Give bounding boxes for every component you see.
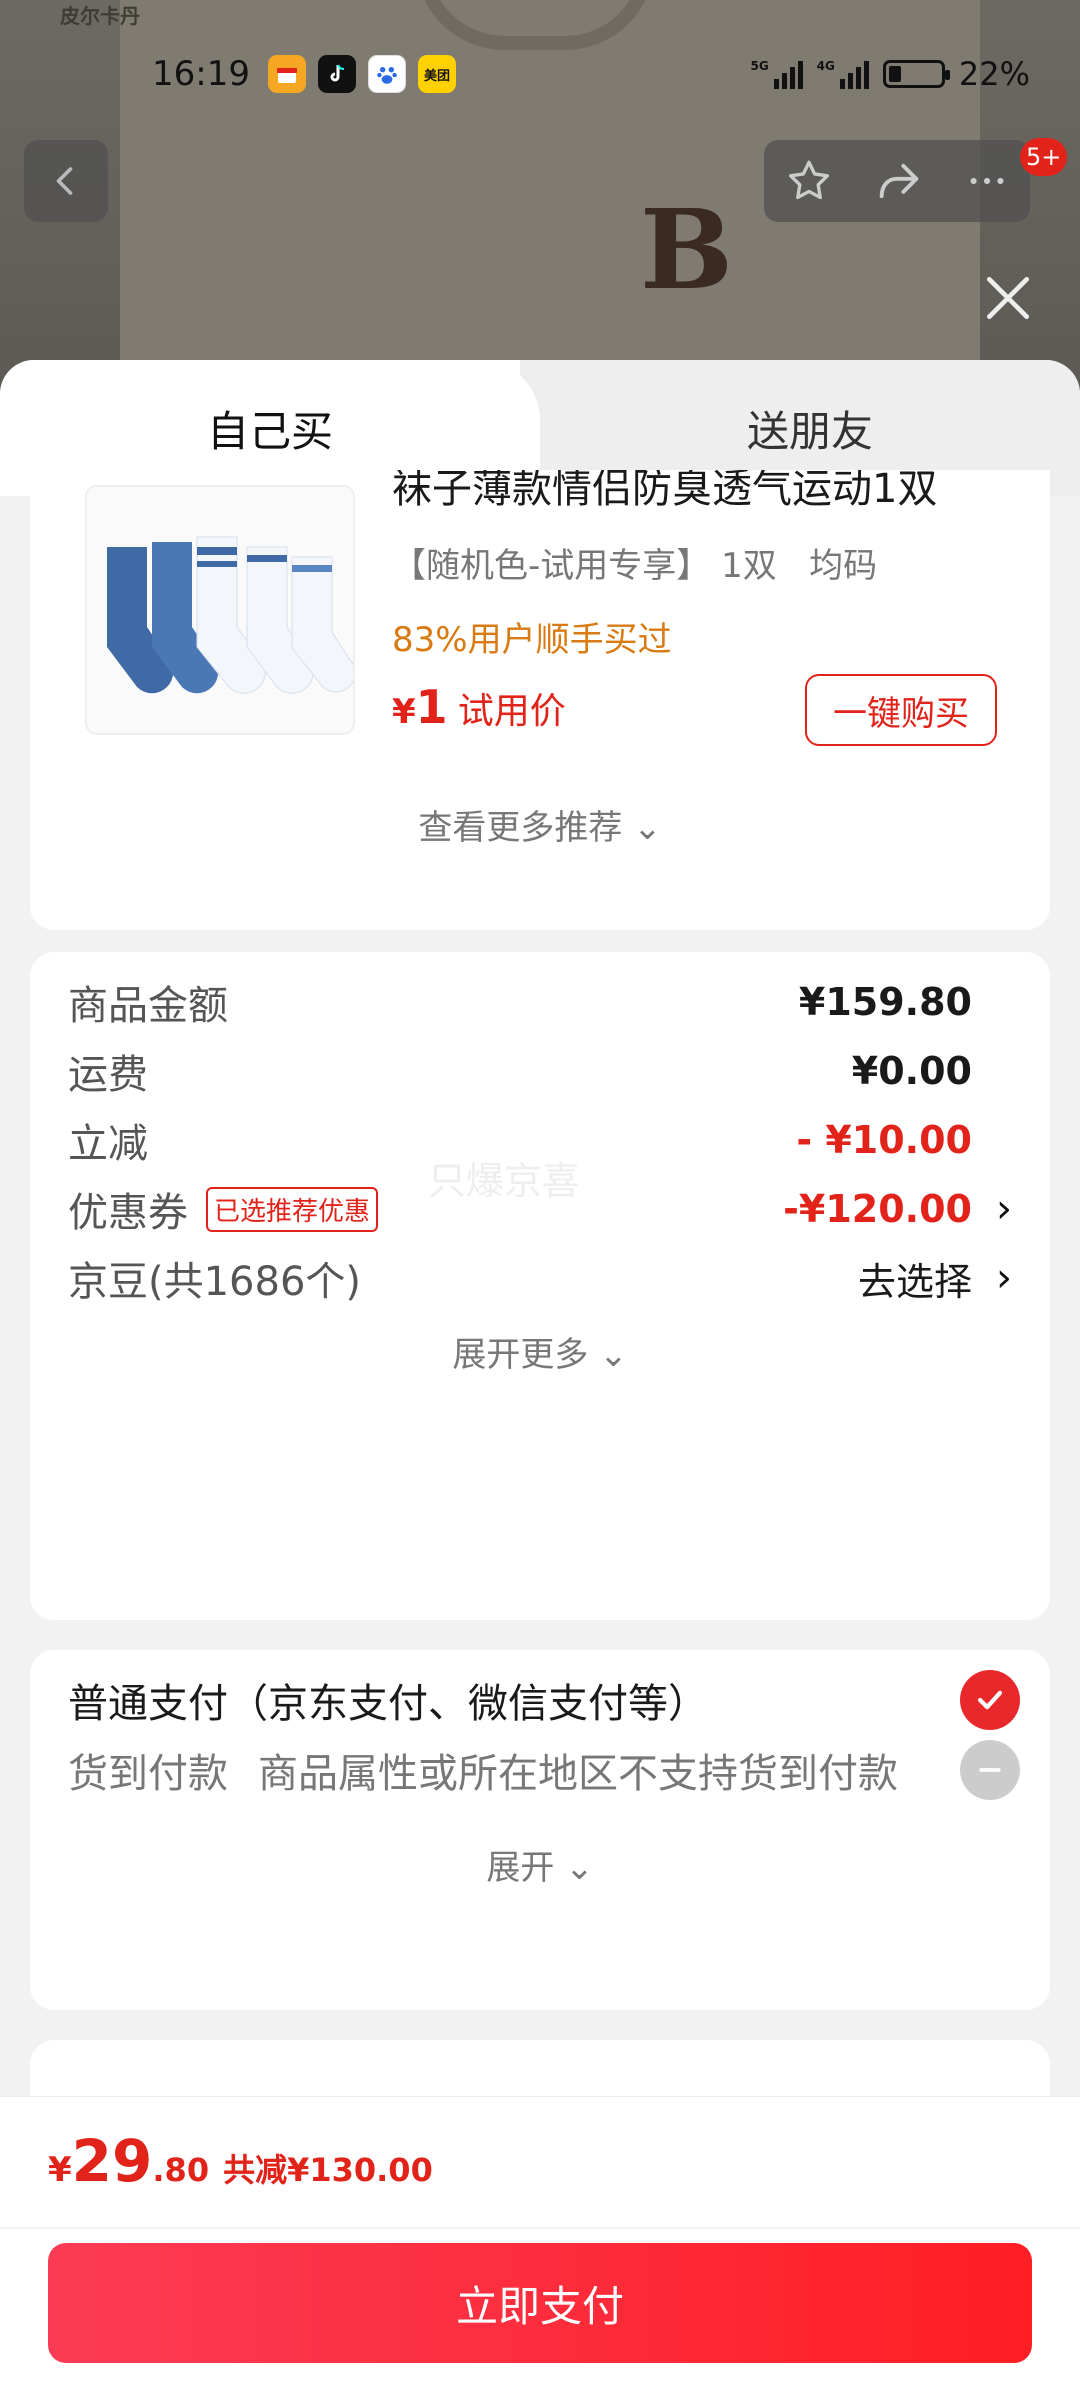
brand-mark: 皮尔卡丹 (60, 4, 140, 28)
checkmark-icon[interactable] (960, 1670, 1020, 1730)
recommend-product-title[interactable]: 袜子薄款情侣防臭透气运动1双 (392, 470, 1012, 514)
nav-actions (764, 140, 1030, 222)
payment-method-card: 普通支付（京东支付、微信支付等） 货到付款 商品属性或所在地区不支持货到付款 展… (30, 1650, 1050, 2010)
gift-app-icon (268, 55, 306, 93)
total-price: ¥ 29 .80 共减¥130.00 (48, 2127, 433, 2195)
message-badge: 5+ (1020, 138, 1068, 176)
battery-percent: 22% (958, 55, 1030, 93)
more-recommend-link[interactable]: 查看更多推荐 ⌄ (30, 800, 1050, 849)
bottom-pay-bar: ¥ 29 .80 共减¥130.00 立即支付 (0, 2096, 1080, 2400)
back-button[interactable] (24, 140, 108, 222)
close-icon[interactable] (980, 270, 1036, 326)
coupon-recommend-tag: 已选推荐优惠 (206, 1186, 379, 1232)
share-icon[interactable] (873, 155, 925, 207)
status-app-icons: 美团 (268, 55, 456, 93)
summary-row-goods-amount: 商品金额 ¥159.80 (68, 980, 972, 1029)
one-click-buy-button[interactable]: 一键购买 (805, 674, 997, 746)
disabled-minus-icon (960, 1740, 1020, 1800)
socks-thumbnail[interactable] (85, 485, 355, 735)
battery-icon (882, 60, 950, 88)
payment-option-normal[interactable]: 普通支付（京东支付、微信支付等） (68, 1665, 1028, 1735)
chevron-left-icon (56, 167, 73, 195)
star-icon[interactable] (784, 156, 834, 206)
tshirt-logo: B (640, 185, 733, 314)
meituan-app-icon: 美团 (418, 55, 456, 93)
recommend-card: 袜子薄款情侣防臭透气运动1双 【随机色-试用专享】 1双 均码 83%用户顺手买… (30, 470, 1050, 930)
summary-row-coupon[interactable]: 优惠券 已选推荐优惠 -¥120.00 › (68, 1179, 1012, 1239)
chevron-right-icon: › (996, 1186, 1012, 1232)
status-right: 5G 4G 22% (750, 55, 1030, 93)
pay-now-button[interactable]: 立即支付 (48, 2243, 1032, 2363)
checkout-sheet: 自己买 送朋友 袜子薄款情侣防臭透气运动1双 【随机色-试用专享】 1双 均码 … (0, 360, 1080, 2400)
signal-5g-icon: 5G (750, 59, 803, 89)
recommend-price: ¥ 1 试用价 (392, 680, 566, 734)
summary-row-instant-discount: 立减 - ¥10.00 (68, 1118, 972, 1167)
baidu-app-icon (368, 55, 406, 93)
total-saved: 共减¥130.00 (223, 2151, 433, 2189)
chevron-right-icon: › (996, 1255, 1012, 1301)
summary-row-shipping: 运费 ¥0.00 (68, 1049, 972, 1098)
payment-option-cod[interactable]: 货到付款 商品属性或所在地区不支持货到付款 (68, 1735, 1028, 1805)
status-bar: 16:19 美团 5G 4G 22% (0, 44, 1080, 104)
douyin-app-icon (318, 55, 356, 93)
signal-4g-icon: 4G (817, 59, 869, 89)
summary-row-jingdou[interactable]: 京豆(共1686个) 去选择 › (68, 1248, 1012, 1308)
status-time: 16:19 (152, 54, 250, 94)
expand-payment-link[interactable]: 展开 ⌄ (30, 1840, 1050, 1889)
recommend-product-spec: 【随机色-试用专享】 1双 均码 (392, 546, 878, 586)
recommend-bought-rate: 83%用户顺手买过 (392, 620, 672, 660)
price-summary-card: 只爆京喜 商品金额 ¥159.80 运费 ¥0.00 立减 - ¥10.00 优… (30, 952, 1050, 1620)
expand-more-link[interactable]: 展开更多 ⌄ (30, 1327, 1050, 1376)
more-icon[interactable] (964, 158, 1010, 204)
